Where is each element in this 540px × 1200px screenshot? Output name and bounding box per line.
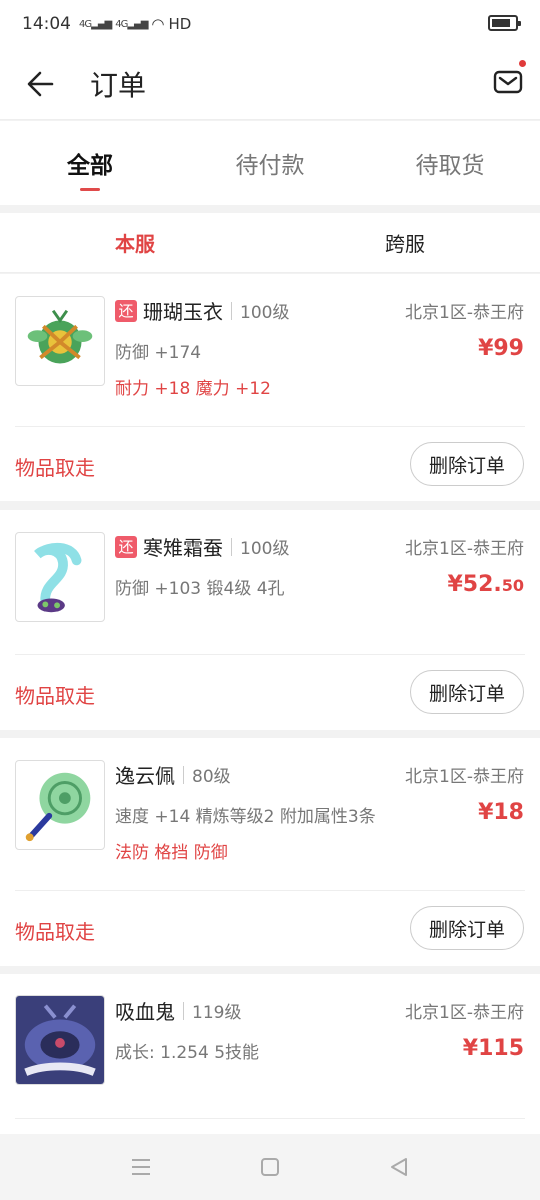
item-title-row: 还 寒雉霜蚕 100级 [115,532,289,561]
divider [231,537,232,556]
item-image[interactable] [15,296,105,386]
status-time: 14:04 [22,14,71,34]
pickup-status: 物品取走 [15,920,95,944]
item-price: ¥99 [478,336,524,361]
signal-icon: 4G▂▄▆ [79,18,112,30]
tab-pending-payment[interactable]: 待付款 [180,121,360,205]
item-title-row: 吸血鬼 119级 [115,996,241,1025]
back-arrow-icon[interactable] [22,64,62,104]
divider [15,654,525,655]
item-price: ¥52.50 [447,572,524,597]
home-icon[interactable] [259,1156,281,1178]
item-name: 逸云佩 [115,764,175,788]
divider [183,1001,184,1020]
item-name: 吸血鬼 [115,1000,175,1024]
battery-icon [488,15,521,31]
tab-pending-pickup[interactable]: 待取货 [360,121,540,205]
item-price: ¥115 [462,1036,524,1061]
delete-order-button[interactable]: 删除订单 [410,906,524,950]
server-name: 北京1区-恭王府 [405,1003,524,1023]
delete-order-button[interactable]: 删除订单 [410,670,524,714]
server-name: 北京1区-恭王府 [405,767,524,787]
item-price: ¥18 [478,800,524,825]
divider [15,1118,525,1119]
item-image[interactable] [15,995,105,1085]
subtab-local-server[interactable]: 本服 [0,213,270,272]
order-card: 还 寒雉霜蚕 100级 北京1区-恭王府 防御 +103 锻4级 4孔 ¥52.… [0,510,540,730]
item-level: 119级 [192,1003,242,1023]
delete-order-button[interactable]: 删除订单 [410,442,524,486]
divider [183,765,184,784]
menu-icon[interactable] [130,1156,152,1178]
item-name: 寒雉霜蚕 [143,536,223,560]
return-badge: 还 [115,299,137,322]
server-name: 北京1区-恭王府 [405,539,524,559]
pickup-status: 物品取走 [15,684,95,708]
status-bar: 14:04 4G▂▄▆ 4G▂▄▆ ◠ HD [0,0,540,48]
item-image[interactable] [15,760,105,850]
order-tabs: 全部 待付款 待取货 [0,121,540,205]
item-attributes: 速度 +14 精炼等级2 附加属性3条 [115,807,376,827]
tab-all[interactable]: 全部 [0,121,180,205]
divider [15,426,525,427]
pickup-status: 物品取走 [15,456,95,480]
server-name: 北京1区-恭王府 [405,303,524,323]
notification-dot [519,60,526,67]
item-title-row: 逸云佩 80级 [115,760,231,789]
item-level: 100级 [240,303,290,323]
item-bonus-attributes: 耐力 +18 魔力 +12 [115,379,271,399]
hd-indicator: HD [168,15,192,33]
subtab-cross-server[interactable]: 跨服 [270,213,540,272]
divider [231,301,232,320]
item-attributes: 防御 +174 [115,343,202,363]
back-icon[interactable] [388,1156,410,1178]
mail-icon[interactable] [492,60,526,98]
page-title: 订单 [90,68,147,102]
signal-icon: 4G▂▄▆ [115,18,148,30]
divider [15,890,525,891]
order-card: 还 珊瑚玉衣 100级 北京1区-恭王府 防御 +174 ¥99 耐力 +18 … [0,274,540,501]
wifi-icon: ◠ [151,15,165,33]
server-tabs: 本服 跨服 [0,213,540,273]
item-attributes: 防御 +103 锻4级 4孔 [115,579,285,599]
item-image[interactable] [15,532,105,622]
order-card: 逸云佩 80级 北京1区-恭王府 速度 +14 精炼等级2 附加属性3条 ¥18… [0,738,540,966]
item-level: 80级 [192,767,231,787]
item-level: 100级 [240,539,290,559]
item-name: 珊瑚玉衣 [143,300,223,324]
app-header: 订单 [0,48,540,120]
item-attributes: 成长: 1.254 5技能 [115,1043,260,1063]
order-card: 吸血鬼 119级 北京1区-恭王府 成长: 1.254 5技能 ¥115 [0,974,540,1134]
item-bonus-attributes: 法防 格挡 防御 [115,843,228,863]
item-title-row: 还 珊瑚玉衣 100级 [115,296,289,325]
return-badge: 还 [115,535,137,558]
system-nav-bar [0,1134,540,1200]
